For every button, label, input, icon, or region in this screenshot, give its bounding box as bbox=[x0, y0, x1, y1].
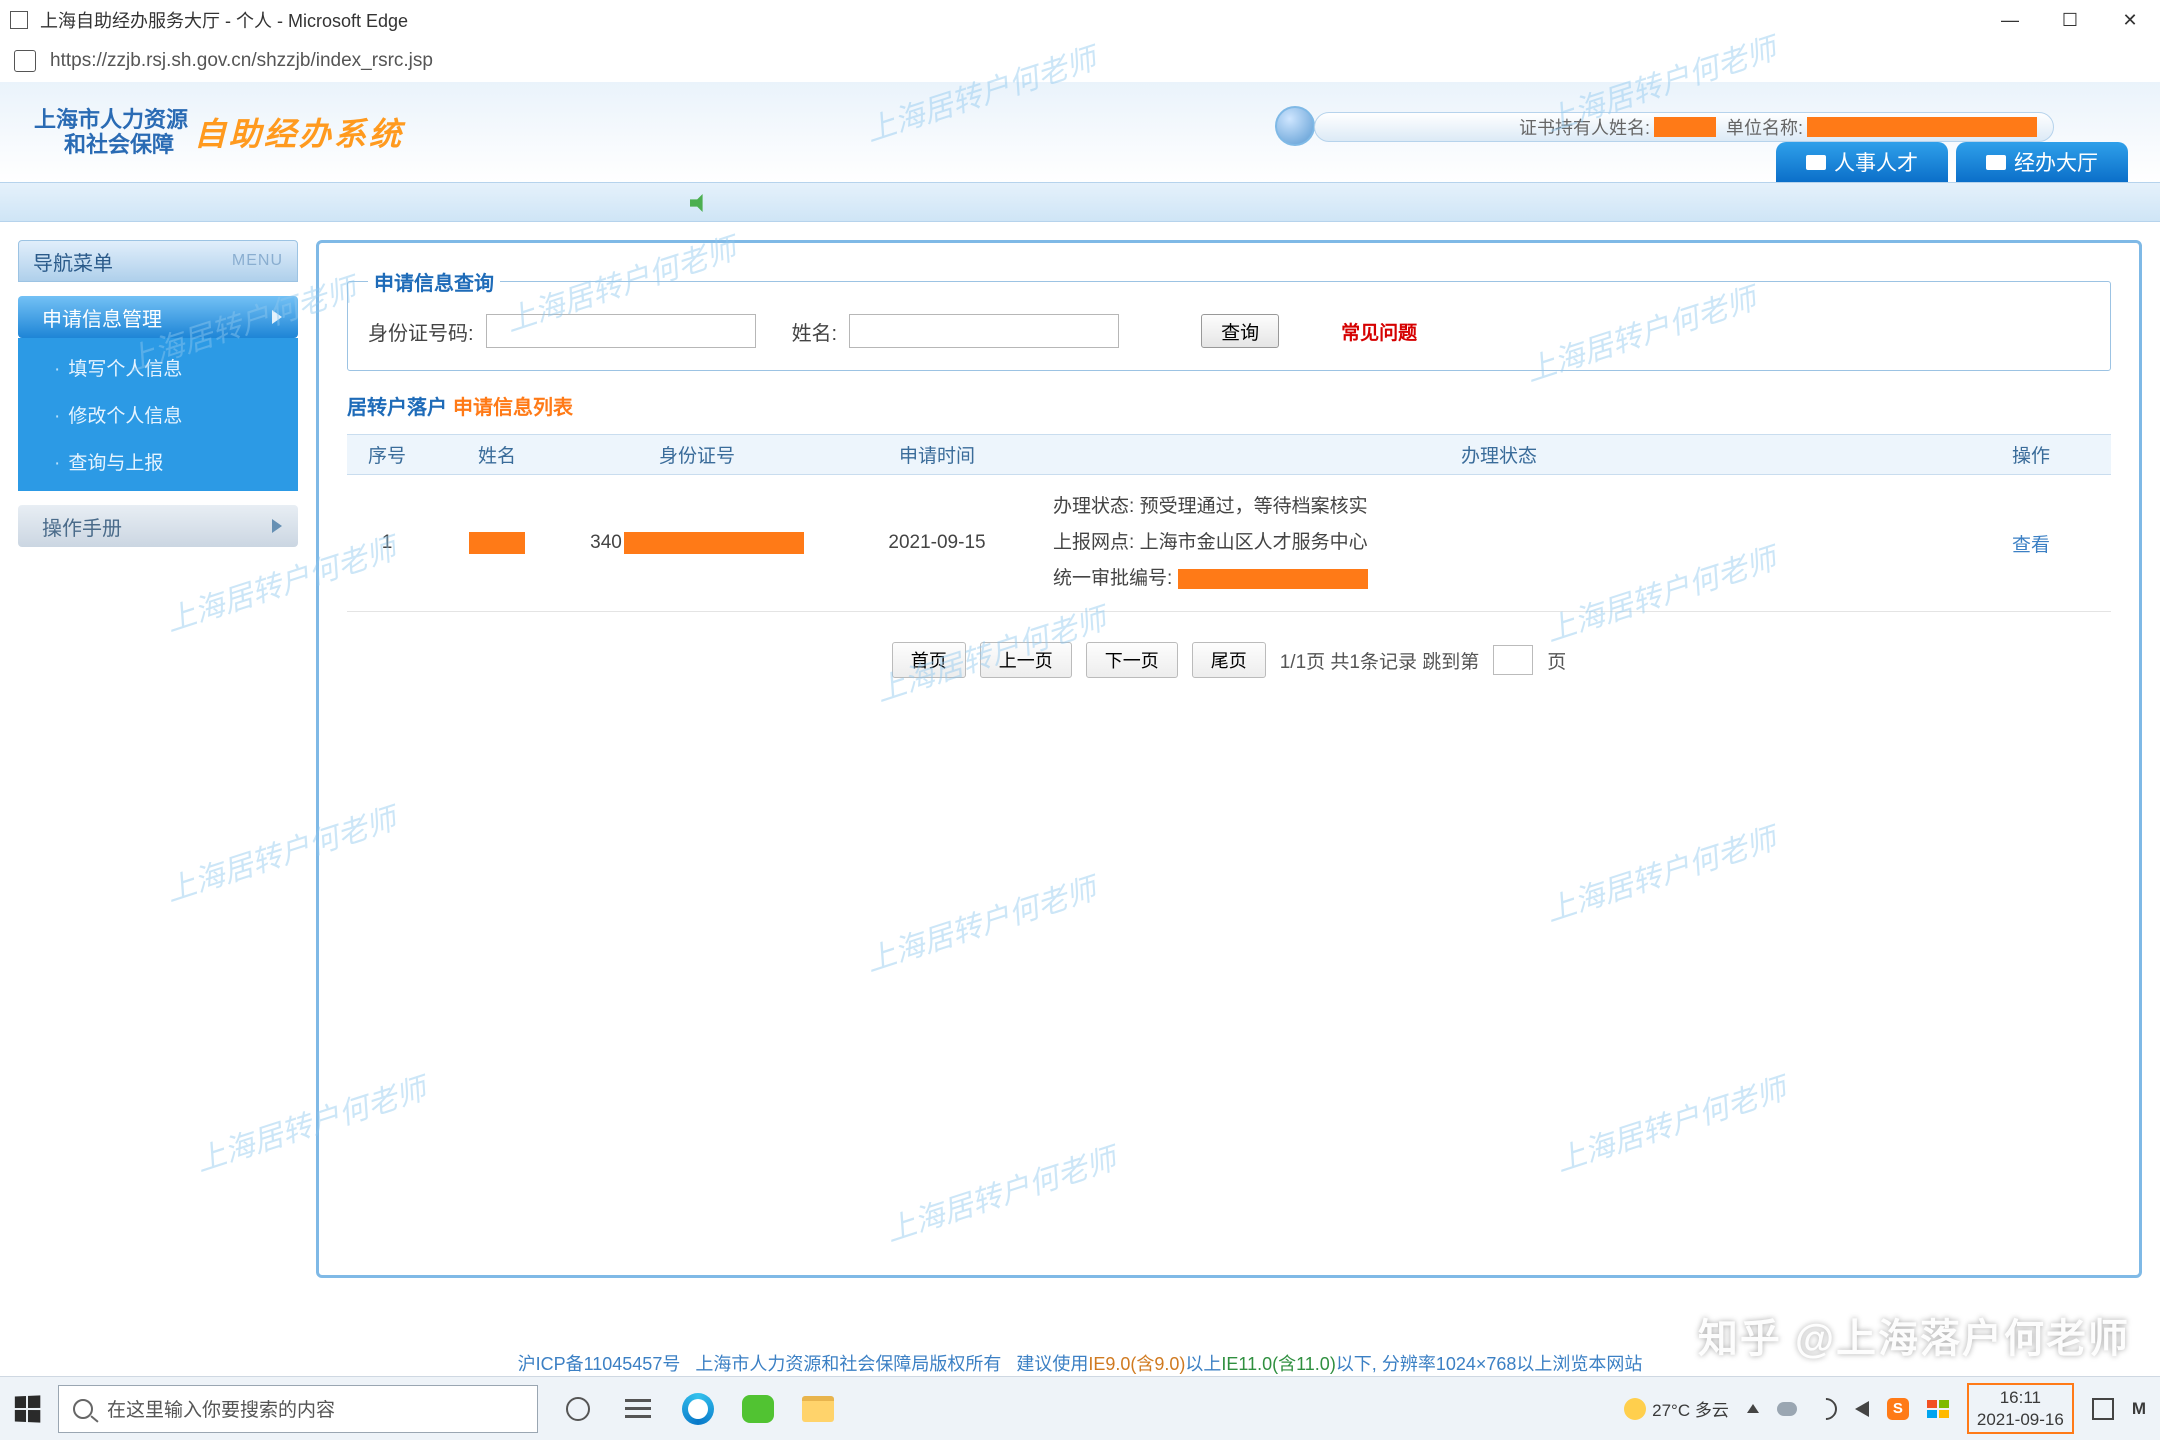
cell-date: 2021-09-15 bbox=[827, 475, 1047, 612]
id-input[interactable] bbox=[486, 314, 756, 348]
col-date: 申请时间 bbox=[827, 435, 1047, 475]
taskbar-search[interactable]: 在这里输入你要搜索的内容 bbox=[58, 1385, 538, 1433]
window-title: 上海自助经办服务大厅 - 个人 - Microsoft Edge bbox=[40, 7, 408, 33]
system-name: 自助经办系统 bbox=[194, 109, 404, 155]
sidebar-item-fill-info[interactable]: 填写个人信息 bbox=[18, 344, 298, 391]
edge-app-icon[interactable] bbox=[678, 1389, 718, 1429]
pager-first[interactable]: 首页 bbox=[892, 642, 966, 678]
query-panel: 申请信息查询 身份证号码: 姓名: 查询 常见问题 bbox=[347, 267, 2111, 371]
pager: 首页 上一页 下一页 尾页 1/1页 共1条记录 跳到第 页 bbox=[347, 642, 2111, 678]
query-button[interactable]: 查询 bbox=[1201, 314, 1279, 348]
search-icon bbox=[73, 1399, 93, 1419]
sidebar-group-application[interactable]: 申请信息管理 bbox=[18, 296, 298, 338]
microsoft-icon[interactable] bbox=[1927, 1400, 1949, 1418]
cert-holder-redacted bbox=[1654, 117, 1716, 137]
pager-last[interactable]: 尾页 bbox=[1192, 642, 1266, 678]
list-title: 居转户落户申请信息列表 bbox=[347, 391, 2111, 420]
wechat-app-icon[interactable] bbox=[738, 1389, 778, 1429]
pager-next[interactable]: 下一页 bbox=[1086, 642, 1178, 678]
pager-prev[interactable]: 上一页 bbox=[980, 642, 1072, 678]
pager-info: 1/1页 共1条记录 跳到第 bbox=[1280, 647, 1480, 674]
zhihu-watermark: 知乎 @上海落户何老师 bbox=[1698, 1306, 2130, 1364]
cell-name bbox=[427, 475, 567, 612]
unit-name-redacted bbox=[1807, 117, 2037, 137]
taskview-icon[interactable] bbox=[618, 1389, 658, 1429]
sidebar-item-query-submit[interactable]: 查询与上报 bbox=[18, 438, 298, 485]
id-label: 身份证号码: bbox=[368, 317, 474, 346]
tray-expand-icon[interactable] bbox=[1747, 1404, 1759, 1413]
name-input[interactable] bbox=[849, 314, 1119, 348]
start-button[interactable] bbox=[0, 1377, 54, 1441]
monitor-icon bbox=[1806, 155, 1826, 170]
sogou-ime-icon[interactable]: S bbox=[1887, 1398, 1909, 1420]
page-icon bbox=[10, 11, 28, 29]
search-placeholder: 在这里输入你要搜索的内容 bbox=[107, 1395, 335, 1422]
name-redacted bbox=[469, 532, 525, 554]
col-name: 姓名 bbox=[427, 435, 567, 475]
notifications-icon[interactable] bbox=[2092, 1398, 2114, 1420]
sidebar-group-manual[interactable]: 操作手册 bbox=[18, 505, 298, 547]
cell-index: 1 bbox=[347, 475, 427, 612]
col-action: 操作 bbox=[1951, 435, 2111, 475]
lock-icon bbox=[14, 50, 36, 72]
col-id: 身份证号 bbox=[567, 435, 827, 475]
speaker-icon[interactable] bbox=[690, 194, 708, 212]
query-legend: 申请信息查询 bbox=[368, 267, 500, 296]
ime-indicator[interactable]: M bbox=[2132, 1399, 2144, 1419]
user-info-strip: 证书持有人姓名: 单位名称: bbox=[1314, 112, 2054, 142]
tab-service-hall[interactable]: 经办大厅 bbox=[1956, 142, 2128, 182]
chevron-right-icon bbox=[272, 519, 282, 533]
org-name: 上海市人力资源 和社会保障 bbox=[34, 107, 188, 158]
volume-icon[interactable] bbox=[1855, 1401, 1869, 1417]
explorer-app-icon[interactable] bbox=[798, 1389, 838, 1429]
minimize-button[interactable]: — bbox=[1980, 0, 2040, 40]
maximize-button[interactable]: ☐ bbox=[2040, 0, 2100, 40]
cortana-icon[interactable] bbox=[558, 1389, 598, 1429]
onedrive-icon[interactable] bbox=[1777, 1402, 1797, 1416]
id-redacted bbox=[624, 532, 804, 554]
address-url[interactable]: https://zzjb.rsj.sh.gov.cn/shzzjb/index_… bbox=[50, 50, 433, 72]
windows-logo-icon bbox=[15, 1395, 40, 1422]
close-button[interactable]: ✕ bbox=[2100, 0, 2160, 40]
tab-hr-talent[interactable]: 人事人才 bbox=[1776, 142, 1948, 182]
sidebar-item-edit-info[interactable]: 修改个人信息 bbox=[18, 391, 298, 438]
approval-redacted bbox=[1178, 569, 1368, 589]
cell-status: 办理状态: 预受理通过，等待档案核实 上报网点: 上海市金山区人才服务中心 统一… bbox=[1047, 475, 1951, 612]
col-status: 办理状态 bbox=[1047, 435, 1951, 475]
cell-id: 340 bbox=[567, 475, 827, 612]
view-link[interactable]: 查看 bbox=[2012, 535, 2050, 556]
pager-suffix: 页 bbox=[1547, 647, 1566, 674]
building-icon bbox=[1986, 155, 2006, 170]
pager-page-input[interactable] bbox=[1493, 645, 1533, 675]
sidebar-header: 导航菜单 MENU bbox=[18, 240, 298, 282]
faq-link[interactable]: 常见问题 bbox=[1341, 318, 1417, 345]
col-index: 序号 bbox=[347, 435, 427, 475]
application-table: 序号 姓名 身份证号 申请时间 办理状态 操作 1 340 2021-09-15… bbox=[347, 434, 2111, 612]
chevron-right-icon bbox=[272, 310, 282, 324]
clock[interactable]: 16:112021-09-16 bbox=[1967, 1383, 2074, 1434]
sun-icon bbox=[1624, 1398, 1646, 1420]
name-label: 姓名: bbox=[792, 317, 838, 346]
avatar-icon bbox=[1275, 106, 1315, 146]
weather-widget[interactable]: 27°C 多云 bbox=[1624, 1396, 1729, 1421]
table-row: 1 340 2021-09-15 办理状态: 预受理通过，等待档案核实 上报网点… bbox=[347, 475, 2111, 612]
wifi-icon[interactable] bbox=[1810, 1393, 1841, 1424]
